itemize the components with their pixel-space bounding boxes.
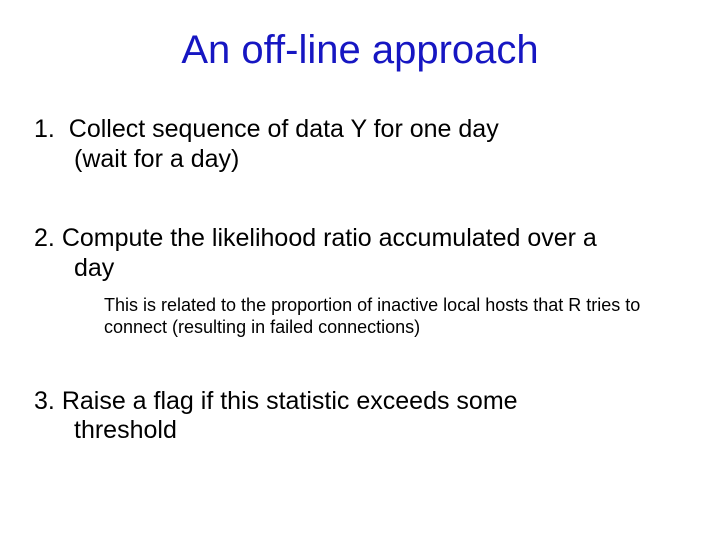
item-text: Raise a flag if this statistic exceeds s…	[62, 387, 518, 415]
item-number: 3.	[34, 387, 55, 415]
list-subitem: This is related to the proportion of ina…	[104, 295, 664, 339]
subitem-text: connect (resulting in failed connections…	[104, 317, 420, 337]
item-text: Collect sequence of data Y for one day	[69, 115, 499, 143]
list-item: 3. Raise a flag if this statistic exceed…	[34, 387, 686, 446]
item-text: Compute the likelihood ratio accumulated…	[62, 224, 597, 252]
slide-title: An off-line approach	[0, 28, 720, 73]
slide: An off-line approach 1. Collect sequence…	[0, 0, 720, 540]
item-text: day	[74, 254, 686, 284]
item-number: 1.	[34, 115, 55, 143]
list-item: 1. Collect sequence of data Y for one da…	[34, 115, 686, 174]
list-item: 2. Compute the likelihood ratio accumula…	[34, 224, 686, 283]
item-text: (wait for a day)	[74, 145, 686, 175]
subitem-text: This is related to the proportion of ina…	[104, 295, 640, 315]
slide-body: 1. Collect sequence of data Y for one da…	[34, 115, 686, 454]
item-number: 2.	[34, 224, 55, 252]
item-text: threshold	[74, 416, 686, 446]
